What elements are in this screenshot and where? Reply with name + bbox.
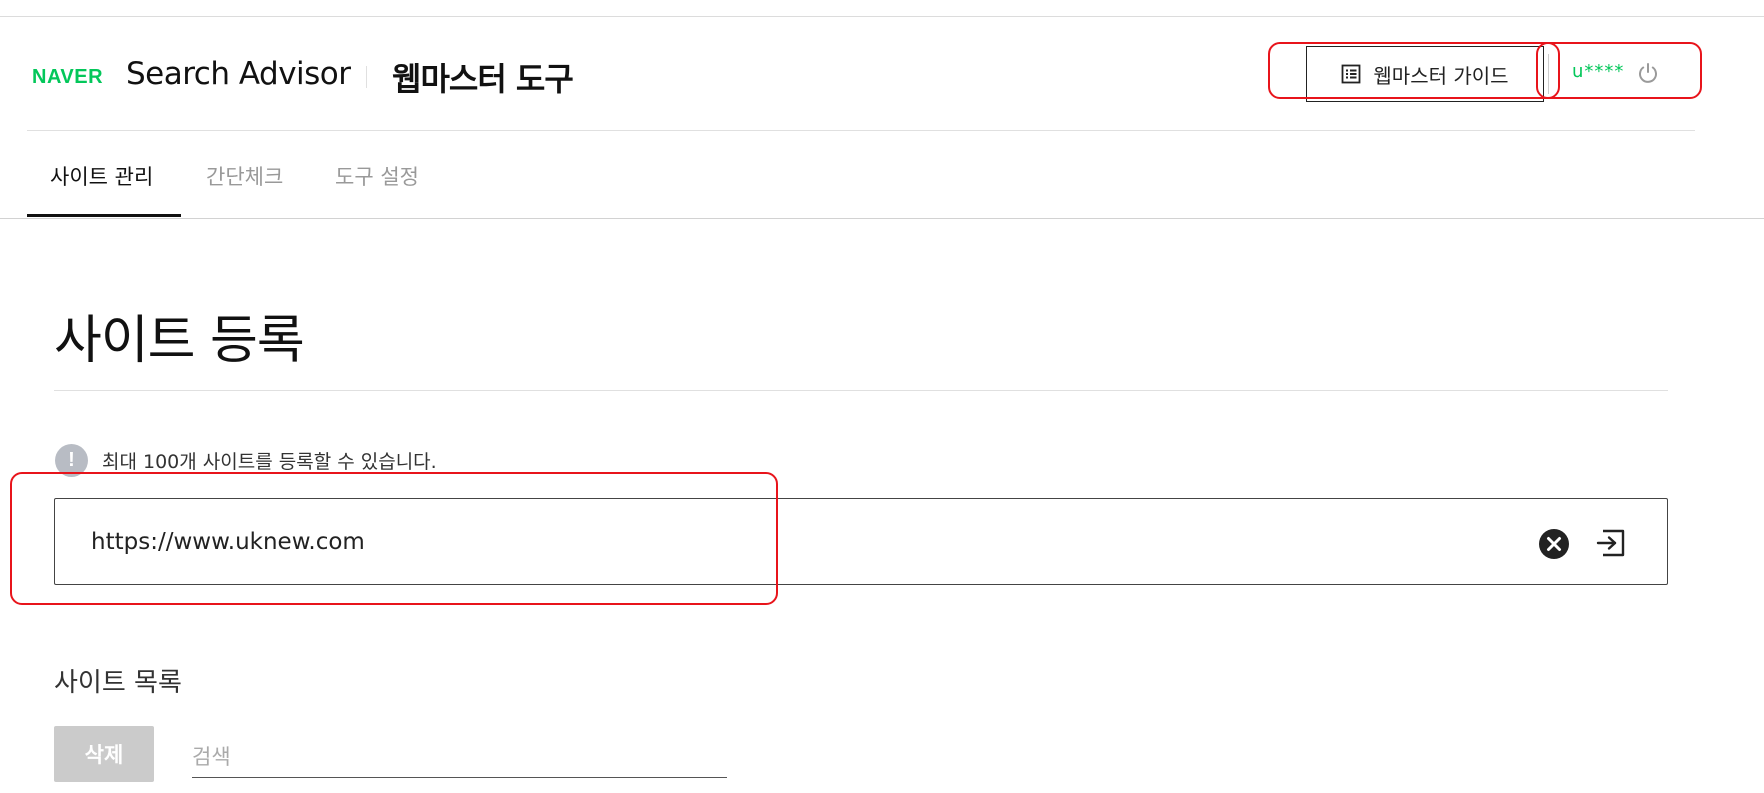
search-input[interactable] bbox=[192, 736, 727, 778]
tab-site-management[interactable]: 사이트 관리 bbox=[50, 161, 153, 191]
site-list-title: 사이트 목록 bbox=[54, 668, 182, 698]
header-divider bbox=[27, 130, 1695, 131]
tab-tool-settings[interactable]: 도구 설정 bbox=[335, 161, 419, 191]
brand-subtitle: 웹마스터 도구 bbox=[392, 60, 574, 98]
power-icon[interactable] bbox=[1636, 61, 1660, 85]
tabs-divider bbox=[0, 218, 1764, 219]
active-tab-indicator bbox=[27, 214, 181, 217]
brand-separator bbox=[366, 66, 367, 88]
site-url-input[interactable] bbox=[91, 525, 1391, 559]
info-icon: ! bbox=[55, 444, 88, 477]
naver-logo[interactable]: NAVER bbox=[32, 66, 103, 89]
webmaster-guide-button[interactable]: 웹마스터 가이드 bbox=[1306, 46, 1544, 102]
guide-button-label: 웹마스터 가이드 bbox=[1373, 63, 1509, 88]
site-url-field bbox=[54, 498, 1668, 585]
submit-arrow-icon[interactable] bbox=[1595, 527, 1627, 559]
header-vertical-separator bbox=[1548, 54, 1549, 94]
guide-list-icon bbox=[1341, 64, 1361, 84]
notice: ! 최대 100개 사이트를 등록할 수 있습니다. bbox=[55, 444, 437, 477]
tab-quick-check[interactable]: 간단체크 bbox=[206, 161, 283, 191]
page-title: 사이트 등록 bbox=[54, 311, 305, 371]
top-divider bbox=[0, 16, 1764, 17]
clear-icon[interactable] bbox=[1538, 528, 1570, 560]
title-divider bbox=[54, 390, 1668, 391]
username[interactable]: u**** bbox=[1572, 61, 1624, 82]
delete-button[interactable]: 삭제 bbox=[54, 726, 154, 782]
notice-text: 최대 100개 사이트를 등록할 수 있습니다. bbox=[102, 451, 437, 473]
brand-title[interactable]: Search Advisor bbox=[126, 56, 351, 92]
